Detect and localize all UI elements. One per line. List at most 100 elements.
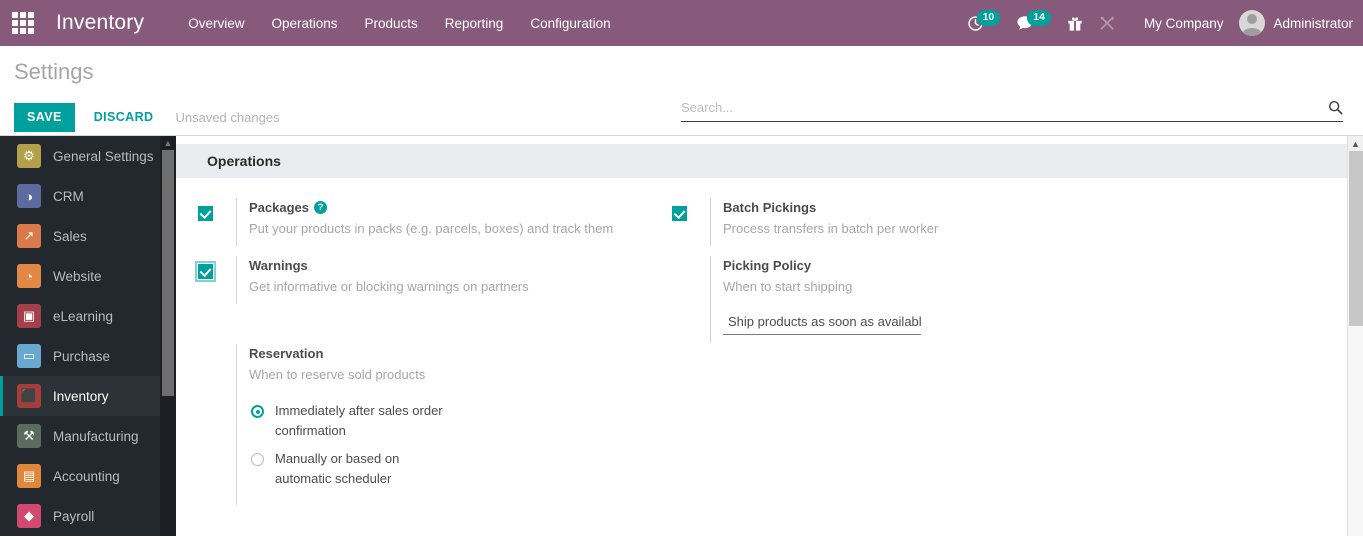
avatar	[1239, 10, 1266, 36]
content-scrollbar[interactable]: ▲	[1347, 136, 1363, 536]
debug-tools-button[interactable]	[1099, 15, 1116, 32]
app-brand-title[interactable]: Inventory	[56, 11, 144, 35]
packages-description: Put your products in packs (e.g. parcels…	[249, 221, 614, 236]
setting-warnings: Warnings Get informative or blocking war…	[195, 256, 672, 304]
globe-icon: ◔	[17, 264, 41, 288]
sidebar-item-inventory[interactable]: ⬛ Inventory	[0, 376, 160, 416]
unsaved-changes-indicator: Unsaved changes	[175, 110, 280, 125]
sidebar-scrollbar-thumb[interactable]	[162, 150, 174, 396]
wrench-icon: ⚒	[17, 424, 41, 448]
settings-scroll-area: Operations Packages ? Put your products …	[176, 136, 1347, 536]
menu-item-reporting[interactable]: Reporting	[445, 16, 504, 31]
sidebar-item-accounting[interactable]: ▤ Accounting	[0, 456, 160, 496]
warnings-checkbox[interactable]	[195, 261, 216, 282]
activities-menu-button[interactable]: 10	[967, 10, 1001, 32]
reservation-option-manual-label: Manually or based on automatic scheduler	[275, 451, 400, 486]
search-input[interactable]	[681, 100, 1328, 115]
save-button[interactable]: SAVE	[14, 103, 75, 132]
packages-checkbox[interactable]	[198, 206, 213, 221]
sidebar-item-manufacturing[interactable]: ⚒ Manufacturing	[0, 416, 160, 456]
gift-icon	[1067, 15, 1083, 32]
packages-checkbox-cell	[198, 198, 236, 221]
sidebar-item-crm[interactable]: ◑ CRM	[0, 176, 160, 216]
card-icon: ▭	[17, 344, 41, 368]
sidebar-item-label: Website	[53, 268, 102, 284]
batch-pickings-label-row: Batch Pickings	[723, 198, 1146, 217]
warnings-body: Warnings Get informative or blocking war…	[236, 256, 672, 304]
settings-right-column: Batch Pickings Process transfers in batc…	[672, 198, 1146, 515]
main-menu: Overview Operations Products Reporting C…	[188, 16, 610, 31]
help-icon[interactable]: ?	[314, 201, 327, 214]
messages-menu-button[interactable]: 14	[1016, 10, 1051, 31]
apps-menu-button[interactable]	[0, 0, 46, 46]
systray: 10 14 My Company Administrator	[967, 10, 1363, 36]
top-navbar: Inventory Overview Operations Products R…	[0, 0, 1363, 46]
packages-label: Packages	[249, 200, 309, 215]
reservation-spacer	[198, 344, 236, 352]
user-menu-button[interactable]: Administrator	[1239, 10, 1353, 36]
reservation-radio-immediate[interactable]	[251, 405, 264, 418]
packages-label-row: Packages ?	[249, 198, 672, 217]
sidebar-item-purchase[interactable]: ▭ Purchase	[0, 336, 160, 376]
batch-pickings-checkbox[interactable]	[672, 206, 687, 221]
breadcrumb: Settings	[14, 59, 94, 84]
reservation-radio-group: Immediately after sales order confirmati…	[249, 401, 672, 489]
picking-policy-description: When to start shipping	[723, 279, 853, 294]
invoice-icon: ▤	[17, 464, 41, 488]
menu-item-overview[interactable]: Overview	[188, 16, 244, 31]
sidebar-item-elearning[interactable]: ▣ eLearning	[0, 296, 160, 336]
reservation-radio-manual[interactable]	[251, 453, 264, 466]
search-icon[interactable]	[1328, 100, 1343, 115]
control-panel: Settings SAVE DISCARD Unsaved changes	[0, 46, 1363, 136]
sidebar-item-label: Purchase	[53, 348, 111, 364]
menu-item-configuration[interactable]: Configuration	[530, 16, 610, 31]
packages-body: Packages ? Put your products in packs (e…	[236, 198, 672, 246]
picking-policy-body: Picking Policy When to start shipping Sh…	[710, 256, 1146, 343]
sidebar-item-label: Sales	[53, 228, 87, 244]
setting-reservation: Reservation When to reserve sold product…	[198, 344, 672, 505]
settings-left-column: Packages ? Put your products in packs (e…	[195, 198, 672, 515]
gear-icon: ⚙	[17, 144, 41, 168]
sidebar-item-label: Inventory	[53, 388, 109, 404]
discard-button[interactable]: DISCARD	[75, 103, 168, 132]
section-header-operations: Operations	[176, 144, 1347, 178]
reservation-option-manual[interactable]: Manually or based on automatic scheduler	[249, 449, 672, 489]
apps-grid-icon	[12, 12, 34, 34]
settings-grid: Packages ? Put your products in packs (e…	[176, 178, 1347, 515]
sidebar-scroll-up-arrow[interactable]: ▲	[160, 136, 176, 150]
settings-content: Operations Packages ? Put your products …	[176, 136, 1363, 536]
picking-policy-select[interactable]: Ship products as soon as availableWhen a…	[723, 312, 921, 335]
sidebar-item-payroll[interactable]: ◆ Payroll	[0, 496, 160, 536]
sidebar-item-label: General Settings	[53, 148, 154, 164]
settings-app-list: ⚙ General Settings ◑ CRM ↗ Sales ◔ Website ▣ eLea…	[0, 136, 160, 536]
sidebar-item-sales[interactable]: ↗ Sales	[0, 216, 160, 256]
reservation-option-immediate[interactable]: Immediately after sales order confirmati…	[249, 401, 672, 441]
sidebar-item-label: Accounting	[53, 468, 120, 484]
gift-button[interactable]	[1067, 15, 1083, 32]
sidebar-item-website[interactable]: ◔ Website	[0, 256, 160, 296]
menu-item-products[interactable]: Products	[365, 16, 418, 31]
warnings-label-row: Warnings	[249, 256, 672, 275]
batch-pickings-checkbox-cell	[672, 198, 710, 221]
content-scroll-up-arrow[interactable]: ▲	[1348, 136, 1363, 151]
sidebar-item-general-settings[interactable]: ⚙ General Settings	[0, 136, 160, 176]
user-name-label: Administrator	[1273, 15, 1353, 31]
messages-count-badge: 14	[1027, 10, 1051, 26]
batch-pickings-body: Batch Pickings Process transfers in batc…	[710, 198, 1146, 246]
reservation-label: Reservation	[249, 346, 324, 361]
menu-item-operations[interactable]: Operations	[271, 16, 337, 31]
box-icon: ⬛	[17, 384, 41, 408]
setting-packages: Packages ? Put your products in packs (e…	[198, 198, 672, 246]
warnings-label: Warnings	[249, 258, 308, 273]
handshake-icon: ◑	[17, 184, 41, 208]
chart-line-icon: ↗	[17, 224, 41, 248]
sidebar-scrollbar[interactable]: ▲	[160, 136, 176, 536]
sidebar-item-label: eLearning	[53, 308, 114, 324]
company-switcher[interactable]: My Company	[1144, 16, 1224, 31]
employee-icon: ◆	[17, 504, 41, 528]
sidebar-item-label: Manufacturing	[53, 428, 139, 444]
content-scrollbar-thumb[interactable]	[1349, 151, 1363, 326]
reservation-option-immediate-label: Immediately after sales order confirmati…	[275, 403, 443, 438]
sidebar-item-label: Payroll	[53, 508, 95, 524]
batch-pickings-label: Batch Pickings	[723, 200, 817, 215]
